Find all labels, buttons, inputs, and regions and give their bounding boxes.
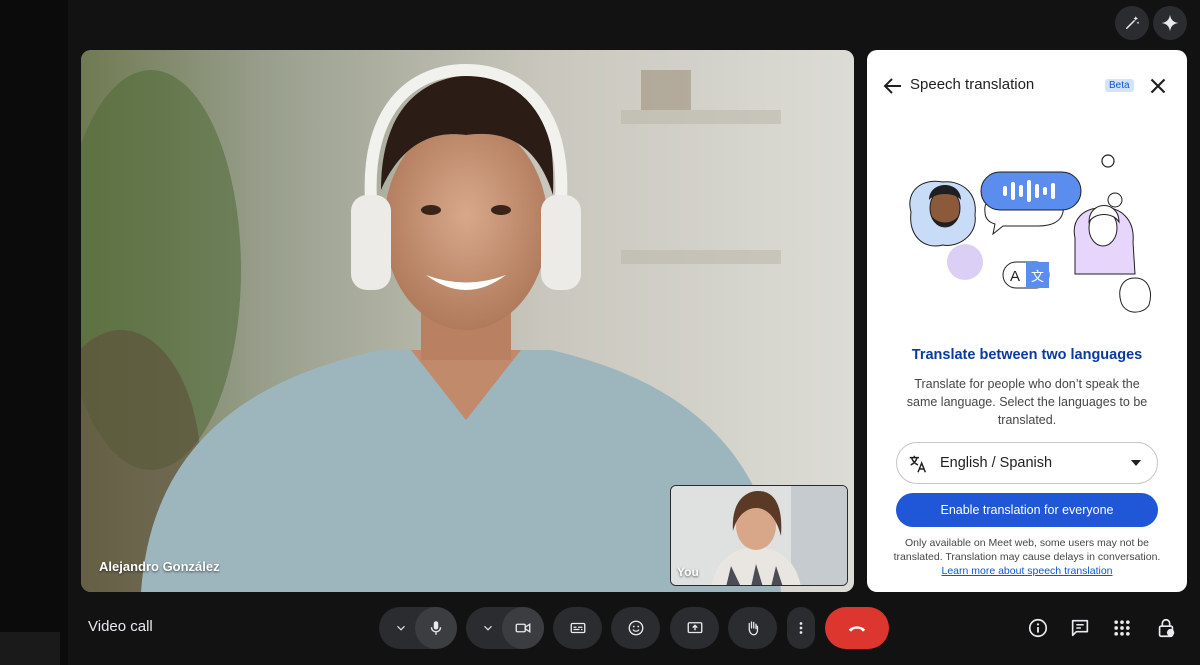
apps-icon bbox=[1114, 620, 1130, 636]
present-icon bbox=[687, 622, 702, 634]
enable-translation-button[interactable]: Enable translation for everyone bbox=[896, 493, 1158, 527]
back-arrow-icon[interactable] bbox=[881, 74, 905, 98]
audio-options-button[interactable] bbox=[387, 607, 415, 649]
language-select[interactable]: English / Spanish bbox=[896, 442, 1158, 484]
left-strip bbox=[0, 0, 68, 665]
self-view-tile[interactable]: You bbox=[670, 485, 848, 586]
magic-wand-button[interactable] bbox=[1115, 6, 1149, 40]
svg-text:A: A bbox=[1010, 268, 1020, 285]
captions-icon bbox=[570, 622, 585, 634]
chat-icon bbox=[1071, 619, 1089, 637]
host-controls-button[interactable] bbox=[1152, 614, 1180, 642]
gemini-button[interactable] bbox=[1153, 6, 1187, 40]
emoji-icon bbox=[628, 620, 643, 636]
language-select-value: English / Spanish bbox=[940, 455, 1053, 471]
panel-header: Speech translation Beta bbox=[867, 50, 1187, 120]
chevron-down-icon bbox=[397, 625, 405, 631]
panel-description: Translate for people who don’t speak the… bbox=[906, 377, 1148, 427]
translation-illustration: A 文 bbox=[909, 154, 1151, 313]
sparkle-icon bbox=[1161, 14, 1179, 32]
beta-badge: Beta bbox=[1105, 79, 1134, 92]
meeting-title: Video call bbox=[88, 618, 153, 635]
raise-hand-icon bbox=[748, 621, 758, 636]
present-button[interactable] bbox=[670, 607, 719, 649]
learn-more-link[interactable]: Learn more about speech translation bbox=[941, 565, 1112, 577]
panel-footnote: Only available on Meet web, some users m… bbox=[893, 536, 1161, 578]
participant-name: Alejandro González bbox=[99, 559, 220, 574]
footnote-text: Only available on Meet web, some users m… bbox=[893, 537, 1161, 563]
video-options-button[interactable] bbox=[474, 607, 502, 649]
left-stub bbox=[0, 632, 60, 665]
activities-button[interactable] bbox=[1108, 614, 1136, 642]
camera-icon bbox=[515, 622, 531, 634]
magic-wand-icon bbox=[1126, 16, 1140, 29]
host-controls-icon bbox=[1158, 618, 1175, 638]
camera-button[interactable] bbox=[502, 607, 544, 649]
microphone-control bbox=[379, 607, 457, 649]
microphone-button[interactable] bbox=[415, 607, 457, 649]
raise-hand-button[interactable] bbox=[728, 607, 777, 649]
meeting-details-button[interactable] bbox=[1024, 614, 1052, 642]
more-options-button[interactable] bbox=[787, 607, 815, 649]
close-icon[interactable] bbox=[1145, 73, 1171, 99]
speech-translation-panel: Speech translation Beta A 文 Translate be… bbox=[867, 50, 1187, 592]
camera-control bbox=[466, 607, 544, 649]
dropdown-caret-icon bbox=[1131, 460, 1141, 466]
more-icon bbox=[799, 622, 803, 634]
end-call-button[interactable] bbox=[825, 607, 889, 649]
translate-icon bbox=[909, 455, 927, 473]
end-call-icon bbox=[848, 626, 866, 632]
chat-button[interactable] bbox=[1066, 614, 1094, 642]
panel-heading: Translate between two languages bbox=[911, 347, 1143, 363]
info-icon bbox=[1028, 618, 1048, 638]
svg-text:文: 文 bbox=[1031, 270, 1044, 285]
panel-title: Speech translation bbox=[910, 76, 1035, 93]
microphone-icon bbox=[430, 621, 442, 635]
chevron-down-icon bbox=[484, 625, 492, 631]
reactions-button[interactable] bbox=[611, 607, 660, 649]
captions-button[interactable] bbox=[553, 607, 602, 649]
self-label: You bbox=[677, 565, 699, 579]
